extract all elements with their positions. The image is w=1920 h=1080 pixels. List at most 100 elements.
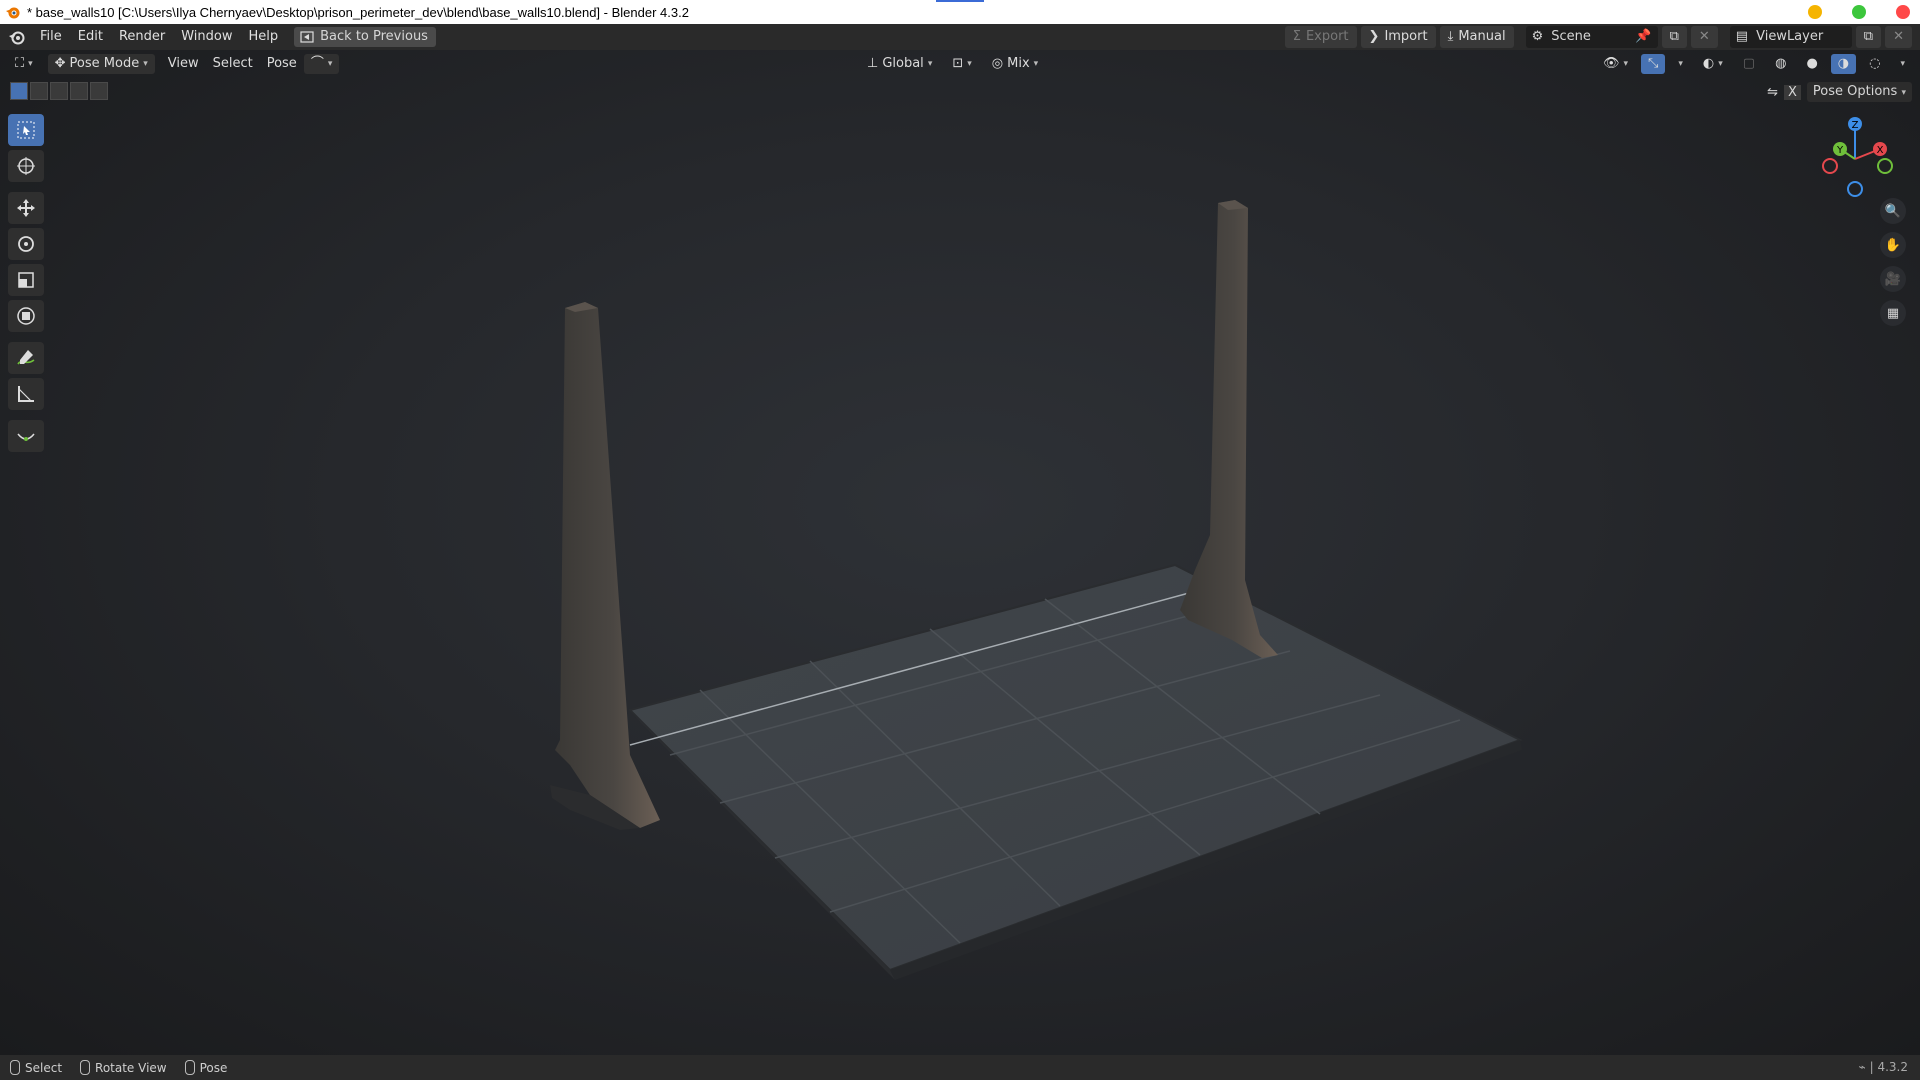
tool-shelf	[8, 114, 46, 456]
export-label: Export	[1305, 29, 1349, 44]
transform-tool[interactable]	[8, 300, 44, 332]
mirror-icon[interactable]: ⇋	[1767, 85, 1778, 100]
eye-icon: 👁	[1602, 56, 1620, 71]
xray-toggle[interactable]: ▢	[1736, 54, 1762, 74]
select-extend-button[interactable]	[30, 82, 48, 100]
curve-icon: ⌒	[310, 56, 324, 71]
viewport-header: ⛶ ▾ ✥ Pose Mode ▾ View Select Pose ⌒ ▾ ⊥ G…	[0, 50, 1920, 78]
x-axis-toggle[interactable]: X	[1784, 84, 1801, 100]
back-to-previous-button[interactable]: Back to Previous	[294, 27, 436, 47]
pin-icon[interactable]: 📌	[1635, 26, 1651, 48]
menu-render[interactable]: Render	[111, 26, 173, 48]
version-label: ⌁ | 4.3.2	[1858, 1060, 1908, 1074]
top-menubar: File Edit Render Window Help Back to Pre…	[0, 24, 1920, 50]
navigation-gizmo[interactable]: Z X Y	[1810, 114, 1900, 204]
viewlayer-selector[interactable]: ▤ ViewLayer	[1729, 26, 1852, 48]
screen-back-icon	[300, 31, 314, 43]
select-invert-button[interactable]	[70, 82, 88, 100]
shading-material[interactable]: ◑	[1830, 54, 1857, 74]
camera-view-icon[interactable]: 🎥	[1880, 266, 1906, 292]
pose-tools-dropdown[interactable]: ⌒ ▾	[303, 54, 340, 74]
status-rotate-label: Rotate View	[95, 1060, 167, 1075]
menu-window[interactable]: Window	[173, 26, 240, 48]
gizmo-z-label: Z	[1852, 120, 1859, 131]
export-icon: Σ	[1292, 29, 1301, 44]
gizmo-toggle[interactable]: ⤡	[1640, 54, 1666, 74]
zoom-icon[interactable]: 🔍	[1880, 198, 1906, 224]
remove-scene-button[interactable]: ✕	[1690, 26, 1718, 48]
mode-dropdown[interactable]: ✥ Pose Mode ▾	[47, 54, 155, 74]
pose-options-label: Pose Options	[1812, 84, 1898, 99]
chevron-down-icon: ▾	[143, 59, 148, 69]
pose-mode-icon: ✥	[54, 56, 66, 71]
move-tool[interactable]	[8, 192, 44, 224]
scene-icon: ⚙	[1531, 29, 1544, 44]
editor-type-button[interactable]: ⛶ ▾	[8, 54, 40, 74]
close-button[interactable]	[1896, 5, 1910, 19]
scale-icon	[18, 272, 34, 288]
wireframe-sphere-icon: ◍	[1775, 56, 1787, 71]
minimize-button[interactable]	[1808, 5, 1822, 19]
proportional-edit-icon: ◎	[991, 56, 1004, 71]
manual-button[interactable]: ⤓ Manual	[1439, 26, 1514, 48]
select-set-button[interactable]	[10, 82, 28, 100]
manual-label: Manual	[1458, 29, 1506, 44]
select-subtract-button[interactable]	[50, 82, 68, 100]
visibility-dropdown[interactable]: 👁 ▾	[1596, 54, 1635, 74]
cursor-tool[interactable]	[8, 150, 44, 182]
shading-wireframe[interactable]: ◍	[1768, 54, 1793, 74]
bone-curve-tool[interactable]	[8, 420, 44, 452]
rotate-icon	[18, 236, 34, 252]
select-box-icon	[17, 121, 35, 139]
header-menu-view[interactable]: View	[161, 54, 206, 74]
proportional-blend-dropdown[interactable]: ◎ Mix ▾	[985, 54, 1045, 74]
menu-help[interactable]: Help	[241, 26, 287, 48]
gizmo-x-label: X	[1877, 145, 1884, 156]
perspective-grid-icon[interactable]: ▦	[1880, 300, 1906, 326]
shading-rendered[interactable]: ◌	[1862, 54, 1887, 74]
scene-value: Scene	[1551, 29, 1591, 44]
gizmo-y-label: Y	[1836, 145, 1844, 156]
mouse-right-icon	[184, 1060, 195, 1075]
mouse-middle-icon	[80, 1060, 91, 1075]
status-select-label: Select	[25, 1060, 63, 1075]
shading-dropdown[interactable]: ▾	[1893, 54, 1912, 74]
header-menu-select[interactable]: Select	[206, 54, 260, 74]
measure-ruler-icon	[18, 386, 34, 402]
right-pillar	[1180, 200, 1278, 658]
overlay-toggle[interactable]: ◐ ▾	[1696, 54, 1730, 74]
viewport-nav-tools: 🔍 ✋ 🎥 ▦	[1880, 198, 1906, 326]
orientation-icon: ⊥	[867, 56, 879, 71]
rotate-tool[interactable]	[8, 228, 44, 260]
blender-menu-icon[interactable]	[8, 28, 26, 46]
pivot-point-dropdown[interactable]: ⊡ ▾	[945, 54, 978, 74]
maximize-button[interactable]	[1852, 5, 1866, 19]
measure-tool[interactable]	[8, 378, 44, 410]
remove-viewlayer-button[interactable]: ✕	[1885, 26, 1912, 48]
rendered-sphere-icon: ◌	[1869, 56, 1881, 71]
mode-label: Pose Mode	[69, 56, 140, 71]
menu-edit[interactable]: Edit	[70, 26, 111, 48]
menu-file[interactable]: File	[32, 26, 70, 48]
scene-selector[interactable]: ⚙ Scene 📌	[1525, 26, 1658, 48]
header-menu-pose[interactable]: Pose	[260, 54, 304, 74]
pose-options-dropdown[interactable]: Pose Options ▾	[1806, 82, 1912, 102]
pan-hand-icon[interactable]: ✋	[1880, 232, 1906, 258]
new-viewlayer-button[interactable]: ⧉	[1855, 26, 1882, 48]
shading-solid[interactable]: ●	[1799, 54, 1824, 74]
blend-label: Mix	[1007, 56, 1030, 71]
new-scene-button[interactable]: ⧉	[1661, 26, 1687, 48]
3d-viewport[interactable]: ⛶ ▾ ✥ Pose Mode ▾ View Select Pose ⌒ ▾ ⊥ G…	[0, 50, 1920, 1055]
transform-icon	[17, 307, 35, 325]
gizmo-dropdown[interactable]: ▾	[1671, 54, 1690, 74]
window-title: * base_walls10 [C:\Users\Ilya Chernyaev\…	[27, 4, 689, 20]
status-bar: Select Rotate View Pose ⌁ | 4.3.2	[0, 1055, 1920, 1080]
select-intersect-button[interactable]	[90, 82, 108, 100]
export-button[interactable]: Σ Export	[1284, 26, 1357, 48]
annotate-tool[interactable]	[8, 342, 44, 374]
import-button[interactable]: ❯ Import	[1360, 26, 1436, 48]
scale-tool[interactable]	[8, 264, 44, 296]
move-icon	[17, 199, 35, 217]
select-box-tool[interactable]	[8, 114, 44, 146]
transform-orientation-dropdown[interactable]: ⊥ Global ▾	[860, 54, 939, 74]
